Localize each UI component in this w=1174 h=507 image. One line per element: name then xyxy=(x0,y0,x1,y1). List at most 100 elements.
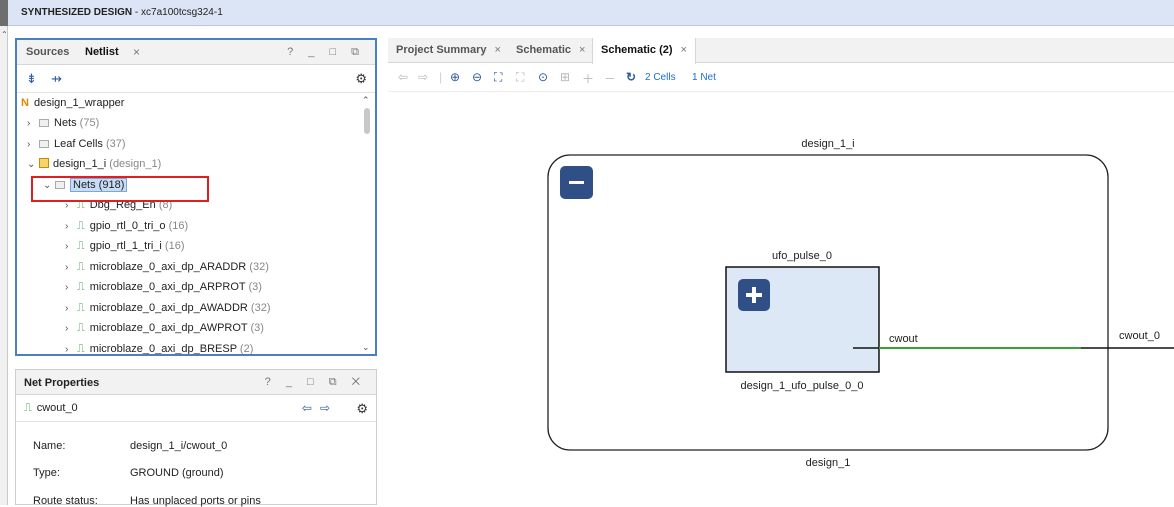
nets-count-link[interactable]: 1 Net xyxy=(692,72,716,83)
chevron-right-icon[interactable]: › xyxy=(65,258,75,278)
selected-net-name: cwout_0 xyxy=(36,402,78,414)
minus-icon xyxy=(569,181,584,184)
port-label: cwout_0 xyxy=(1119,330,1160,342)
left-strip xyxy=(0,0,8,26)
window-title-part: - xc7a100tcsg324-1 xyxy=(132,7,223,18)
tab-project-summary[interactable]: Project Summary × xyxy=(396,38,501,63)
tree-row[interactable]: Ndesign_1_wrapper xyxy=(21,93,124,113)
tree-label: gpio_rtl_0_tri_o xyxy=(89,220,166,232)
tab-schematic-2[interactable]: Schematic (2) × xyxy=(592,38,696,64)
selected-net: ⎍ cwout_0 xyxy=(24,402,78,415)
chevron-down-icon[interactable]: ⌄ xyxy=(27,155,37,175)
gear-icon[interactable]: ⚙ xyxy=(356,401,368,417)
collapse-icon[interactable]: ⌃ xyxy=(1,30,8,39)
scroll-up-icon[interactable]: ⌃ xyxy=(362,95,370,106)
zoom-out-icon[interactable]: ⊖ xyxy=(472,70,482,84)
tree-row[interactable]: › Leaf Cells (37) xyxy=(27,134,126,154)
schematic-canvas[interactable]: design_1_i ufo_pulse_0 design_1_ufo_puls… xyxy=(388,93,1174,505)
tree-row[interactable]: › ⎍ gpio_rtl_1_tri_i (16) xyxy=(65,236,184,256)
scroll-down-icon[interactable]: ⌄ xyxy=(362,342,370,353)
tree-count: (32) xyxy=(246,261,269,273)
pin-label: cwout xyxy=(889,333,918,345)
forward-icon[interactable]: ⇨ xyxy=(418,70,428,84)
tree-row[interactable]: › Nets (75) xyxy=(27,113,99,133)
chevron-right-icon[interactable]: › xyxy=(27,114,37,134)
gear-icon[interactable]: ⚙ xyxy=(355,71,367,87)
zoom-fit-icon[interactable]: ⛶ xyxy=(494,70,502,85)
outer-block-title: design_1_i xyxy=(801,138,854,150)
tree-label: microblaze_0_axi_dp_AWADDR xyxy=(89,302,248,314)
property-value: design_1_i/cwout_0 xyxy=(130,440,228,452)
tab-label: Schematic (2) xyxy=(601,44,673,56)
window-title-bold: SYNTHESIZED DESIGN xyxy=(21,7,133,18)
net-icon: ⎍ xyxy=(77,261,85,273)
folder-icon xyxy=(39,119,49,127)
back-forward-arrows[interactable]: ⇦⇨ xyxy=(302,401,338,415)
highlight-box xyxy=(31,176,209,202)
chevron-right-icon[interactable]: › xyxy=(65,237,75,257)
tree-label: gpio_rtl_1_tri_i xyxy=(89,240,162,252)
scroll-thumb[interactable] xyxy=(364,108,370,134)
refresh-icon[interactable]: ↻ xyxy=(626,70,636,84)
net-properties-panel: Net Properties ? _ □ ⧉ ✕ ⎍ cwout_0 ⇦⇨ ⚙ N… xyxy=(15,369,377,507)
folder-icon xyxy=(39,140,49,148)
panel-title: Net Properties xyxy=(24,377,100,389)
tree-count: (design_1) xyxy=(106,158,162,170)
inner-cell-name: design_1_ufo_pulse_0_0 xyxy=(741,380,864,392)
zoom-area-icon[interactable]: ⛶ xyxy=(516,70,524,85)
tab-sources[interactable]: Sources xyxy=(26,46,69,58)
collapse-icon[interactable]: － xyxy=(604,70,616,87)
net-icon: ⎍ xyxy=(77,322,85,334)
close-tab-icon[interactable]: × xyxy=(494,44,500,56)
property-key: Name: xyxy=(33,440,66,452)
expand-all-icon[interactable]: ⇸ xyxy=(51,71,62,87)
inner-cell-title: ufo_pulse_0 xyxy=(772,250,832,262)
netlist-toolbar: ⇟ ⇸ ⚙ xyxy=(17,65,375,93)
netlist-tab-row: Sources Netlist × ? _ □ ⧉ xyxy=(17,40,375,65)
chevron-right-icon[interactable]: › xyxy=(27,135,37,155)
tab-schematic[interactable]: Schematic × xyxy=(516,38,585,63)
close-tab-icon[interactable]: × xyxy=(681,44,687,56)
close-tab-icon[interactable]: × xyxy=(133,45,140,59)
netlist-tree: Ndesign_1_wrapper › Nets (75) › Leaf Cells… xyxy=(17,93,362,354)
tree-row[interactable]: › ⎍ gpio_rtl_0_tri_o (16) xyxy=(65,216,188,236)
left-edge-bar[interactable]: ⌃ xyxy=(0,26,8,505)
back-icon[interactable]: ⇦ xyxy=(398,70,408,84)
tree-count: (2) xyxy=(236,343,254,354)
cells-count-link[interactable]: 2 Cells xyxy=(645,72,676,83)
net-properties-header: Net Properties ? _ □ ⧉ ✕ xyxy=(16,370,376,395)
zoom-in-icon[interactable]: ⊕ xyxy=(450,70,460,84)
tree-count: (37) xyxy=(102,138,126,150)
panel-window-controls[interactable]: ? _ □ ⧉ xyxy=(287,46,365,59)
tree-count: (75) xyxy=(76,117,100,129)
property-key: Type: xyxy=(33,467,60,479)
tree-count: (16) xyxy=(165,220,189,232)
tree-label: design_1_i xyxy=(53,158,107,170)
plus-icon-v xyxy=(752,287,756,303)
cell-icon[interactable]: ⊞ xyxy=(560,70,570,84)
close-tab-icon[interactable]: × xyxy=(579,44,585,56)
tree-row[interactable]: ⌄ design_1_i (design_1) xyxy=(27,154,161,174)
tree-row[interactable]: › ⎍ microblaze_0_axi_dp_AWADDR (32) xyxy=(65,298,270,318)
netlist-icon: N xyxy=(21,97,29,109)
collapse-all-icon[interactable]: ⇟ xyxy=(26,71,37,87)
tree-count: (32) xyxy=(247,302,271,314)
chevron-right-icon[interactable]: › xyxy=(65,217,75,237)
tree-row[interactable]: › ⎍ microblaze_0_axi_dp_AWPROT (3) xyxy=(65,318,264,338)
net-icon: ⎍ xyxy=(77,281,85,293)
chevron-right-icon[interactable]: › xyxy=(65,278,75,298)
editor-tab-row: Project Summary × Schematic × Schematic (2… xyxy=(388,38,1174,64)
tree-row[interactable]: › ⎍ microblaze_0_axi_dp_ARPROT (3) xyxy=(65,277,262,297)
panel-window-controls[interactable]: ? _ □ ⧉ ✕ xyxy=(265,376,366,389)
chevron-right-icon[interactable]: › xyxy=(65,319,75,339)
select-icon[interactable]: ⊙ xyxy=(538,70,548,84)
tree-row[interactable]: › ⎍ microblaze_0_axi_dp_BRESP (2) xyxy=(65,339,253,354)
chevron-right-icon[interactable]: › xyxy=(65,299,75,319)
tree-scrollbar[interactable]: ⌃ ⌄ xyxy=(362,95,372,353)
tree-count: (3) xyxy=(245,281,262,293)
net-icon: ⎍ xyxy=(24,402,32,414)
expand-icon[interactable]: ＋ xyxy=(582,70,594,87)
chevron-right-icon[interactable]: › xyxy=(65,340,75,354)
tab-netlist[interactable]: Netlist xyxy=(85,46,119,58)
tree-row[interactable]: › ⎍ microblaze_0_axi_dp_ARADDR (32) xyxy=(65,257,269,277)
